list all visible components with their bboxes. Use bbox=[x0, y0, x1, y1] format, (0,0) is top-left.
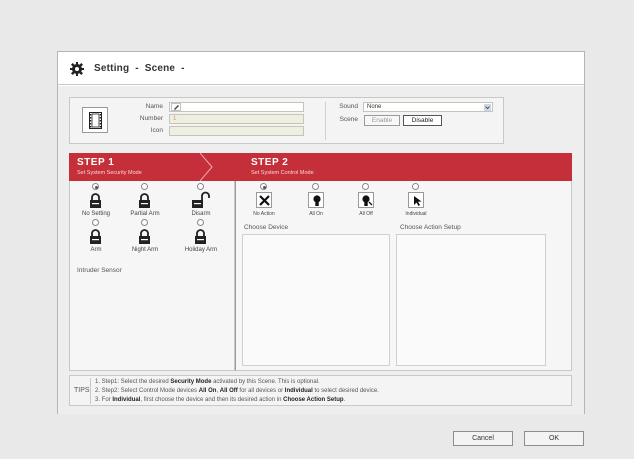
window-title: Setting - Scene - bbox=[94, 63, 185, 74]
tip-line-3: 3. For Individual, first choose the devi… bbox=[95, 397, 346, 403]
unlock-icon[interactable] bbox=[191, 191, 211, 208]
no-action-button[interactable] bbox=[256, 192, 272, 208]
tip-line-1: 1. Step1: Select the desired Security Mo… bbox=[95, 379, 320, 385]
radio-holiday-arm[interactable] bbox=[197, 219, 204, 226]
number-label: Number bbox=[139, 115, 163, 122]
radio-arm[interactable] bbox=[92, 219, 99, 226]
icon-field[interactable] bbox=[169, 126, 304, 136]
tips-panel: TIPS 1. Step1: Select the desired Securi… bbox=[69, 375, 572, 406]
mode-label-no-setting: No Setting bbox=[81, 211, 111, 217]
radio-all-on[interactable] bbox=[312, 183, 319, 190]
cancel-button[interactable]: Cancel bbox=[453, 431, 513, 446]
mode-label-disarm: Disarm bbox=[191, 211, 211, 217]
all-on-button[interactable] bbox=[308, 192, 324, 208]
gear-icon bbox=[70, 62, 84, 76]
steps-header-bar: STEP 1 Set System Security Mode STEP 2 S… bbox=[69, 153, 572, 181]
choose-device-label: Choose Device bbox=[244, 224, 289, 231]
control-label-individual: Individual bbox=[405, 211, 427, 217]
choose-action-label: Choose Action Setup bbox=[400, 224, 461, 231]
radio-no-setting[interactable] bbox=[92, 183, 99, 190]
ok-button[interactable]: OK bbox=[524, 431, 584, 446]
number-field: 1 bbox=[169, 114, 304, 124]
radio-individual[interactable] bbox=[412, 183, 419, 190]
cursor-icon bbox=[414, 196, 422, 206]
radio-disarm[interactable] bbox=[197, 183, 204, 190]
step-arrow-icon bbox=[200, 153, 213, 181]
individual-button[interactable] bbox=[408, 192, 424, 208]
number-value: 1 bbox=[173, 116, 177, 122]
sound-label: Sound bbox=[339, 103, 358, 110]
radio-night-arm[interactable] bbox=[141, 219, 148, 226]
radio-partial-arm[interactable] bbox=[141, 183, 148, 190]
radio-all-off[interactable] bbox=[362, 183, 369, 190]
device-list[interactable] bbox=[242, 234, 390, 366]
step1-heading: STEP 1 bbox=[77, 157, 115, 168]
all-off-button[interactable] bbox=[358, 192, 374, 208]
scene-info-panel: Name Number 1 Icon Sound None Scene Enab… bbox=[69, 97, 504, 144]
name-label: Name bbox=[145, 103, 163, 110]
chevron-down-icon bbox=[484, 104, 491, 111]
lock-icon[interactable] bbox=[194, 229, 207, 244]
step2-heading: STEP 2 bbox=[251, 157, 289, 168]
film-icon bbox=[89, 112, 102, 129]
window-titlebar: Setting - Scene - bbox=[58, 52, 584, 85]
sound-value: None bbox=[367, 104, 382, 110]
control-label-all-off: All Off bbox=[359, 211, 373, 217]
tip-line-2: 2. Step2: Select Control Mode devices Al… bbox=[95, 388, 379, 394]
mode-label-holiday-arm: Holiday Arm bbox=[184, 247, 218, 253]
lock-icon[interactable] bbox=[138, 229, 151, 244]
mode-label-partial-arm: Partial Arm bbox=[130, 211, 160, 217]
intruder-sensor-label: Intruder Sensor bbox=[77, 267, 122, 274]
sound-select[interactable]: None bbox=[363, 102, 493, 112]
bulb-on-icon bbox=[313, 195, 321, 206]
x-icon bbox=[259, 195, 270, 206]
action-setup-area[interactable] bbox=[396, 234, 546, 366]
tips-divider bbox=[90, 378, 91, 404]
icon-label: Icon bbox=[150, 127, 163, 134]
control-label-no-action: No Action bbox=[253, 211, 275, 217]
step2-subheading: Set System Control Mode bbox=[251, 170, 314, 176]
tips-label: TIPS bbox=[74, 387, 90, 394]
window-body: Name Number 1 Icon Sound None Scene Enab… bbox=[58, 86, 584, 414]
mode-label-night-arm: Night Arm bbox=[131, 247, 159, 253]
mode-label-arm: Arm bbox=[90, 247, 102, 253]
radio-no-action[interactable] bbox=[260, 183, 267, 190]
pencil-icon bbox=[171, 103, 181, 111]
scene-icon-preview[interactable] bbox=[82, 107, 108, 133]
scene-settings-window: Setting - Scene - Name Number 1 Icon Sou… bbox=[57, 51, 585, 414]
name-input[interactable] bbox=[169, 102, 304, 112]
security-mode-panel: No Setting Partial Arm Disarm Arm Night … bbox=[69, 181, 235, 371]
lock-icon[interactable] bbox=[89, 193, 102, 208]
disable-button[interactable]: Disable bbox=[403, 115, 442, 126]
control-label-all-on: All On bbox=[309, 211, 323, 217]
enable-button[interactable]: Enable bbox=[364, 115, 400, 126]
bulb-off-icon bbox=[362, 195, 373, 206]
lock-icon[interactable] bbox=[89, 229, 102, 244]
control-mode-panel: No Action All On All Off Individual Choo… bbox=[235, 181, 572, 371]
lock-icon[interactable] bbox=[138, 193, 151, 208]
scene-label: Scene bbox=[339, 116, 358, 123]
step1-subheading: Set System Security Mode bbox=[77, 170, 142, 176]
